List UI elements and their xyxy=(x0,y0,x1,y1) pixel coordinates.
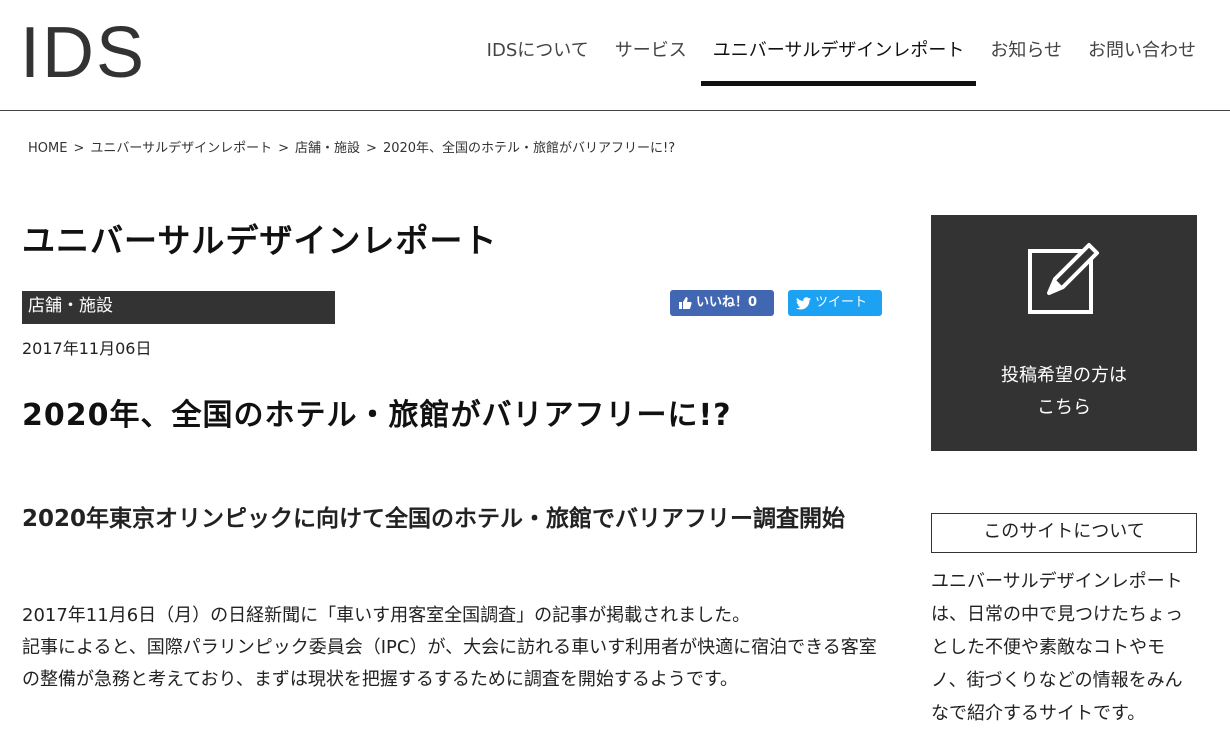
category-label[interactable]: 店舗・施設 xyxy=(22,291,335,324)
facebook-like-button[interactable]: いいね！0 xyxy=(670,290,774,316)
breadcrumb-separator: > xyxy=(278,141,290,156)
post-date: 2017年11月06日 xyxy=(22,339,152,358)
post-submission-banner[interactable]: 投稿希望の方は こちら xyxy=(931,215,1197,451)
breadcrumb-home[interactable]: HOME xyxy=(28,141,67,156)
breadcrumb-category[interactable]: 店舗・施設 xyxy=(295,141,360,156)
main-nav: IDSについて サービス ユニバーサルデザインレポート お知らせ お問い合わせ xyxy=(461,38,1196,86)
twitter-bird-icon xyxy=(796,296,811,309)
nav-item-ud-report[interactable]: ユニバーサルデザインレポート xyxy=(700,38,976,86)
nav-item-service[interactable]: サービス xyxy=(615,38,687,78)
about-site-text: ユニバーサルデザインレポートは、日常の中で見つけたちょっとした不便や素敵なコトや… xyxy=(931,571,1183,724)
article-title: 2020年、全国のホテル・旅館がバリアフリーに!? xyxy=(22,398,732,433)
nav-item-about[interactable]: IDSについて xyxy=(487,38,589,78)
article-subhead: 2020年東京オリンピックに向けて全国のホテル・旅館でバリアフリー調査開始 xyxy=(22,506,846,532)
facebook-like-label: いいね！0 xyxy=(696,295,758,310)
breadcrumb-separator: > xyxy=(73,141,85,156)
nav-item-news[interactable]: お知らせ xyxy=(990,38,1062,78)
post-box-line-2: こちら xyxy=(1037,397,1091,418)
site-header: IDS IDSについて サービス ユニバーサルデザインレポート お知らせ お問い… xyxy=(0,0,1230,111)
breadcrumb: HOME > ユニバーサルデザインレポート > 店舗・施設 >2020年、全国のホテル・旅… xyxy=(28,137,675,156)
post-box-line-1: 投稿希望の方は xyxy=(1001,365,1127,386)
article-paragraph: 記事によると、国際パラリンピック委員会（IPC）が、大会に訪れる車いす利用者が快… xyxy=(22,637,877,690)
edit-icon xyxy=(1028,243,1099,314)
thumbs-up-icon xyxy=(679,297,692,309)
breadcrumb-current: 2020年、全国のホテル・旅館がバリアフリーに!? xyxy=(382,141,676,156)
nav-item-contact[interactable]: お問い合わせ xyxy=(1088,38,1196,78)
site-logo[interactable]: IDS xyxy=(20,14,146,92)
article-paragraph: 2017年11月6日（月）の日経新聞に「車いす用客室全国調査」の記事が掲載されま… xyxy=(22,605,751,626)
breadcrumb-ud-report[interactable]: ユニバーサルデザインレポート xyxy=(90,141,272,156)
tweet-button[interactable]: ツイート xyxy=(788,290,882,316)
section-title: ユニバーサルデザインレポート xyxy=(22,221,498,260)
breadcrumb-separator: > xyxy=(366,141,377,156)
tweet-label: ツイート xyxy=(815,295,868,310)
article-body: 2017年11月6日（月）の日経新聞に「車いす用客室全国調査」の記事が掲載されま… xyxy=(22,600,884,696)
about-site-heading: このサイトについて xyxy=(931,513,1197,553)
